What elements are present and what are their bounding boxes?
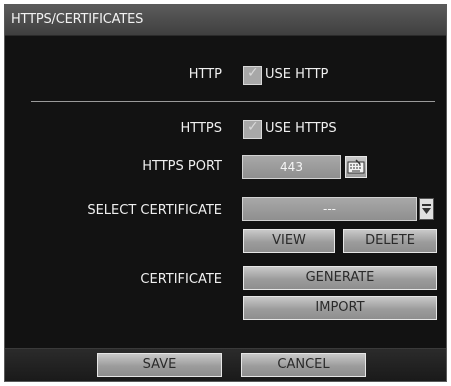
view-button[interactable]: VIEW [243, 229, 335, 253]
footer-bar: SAVE CANCEL [5, 348, 446, 381]
import-button[interactable]: IMPORT [243, 296, 437, 320]
dropdown-arrow-icon[interactable] [419, 198, 434, 220]
cancel-button[interactable]: CANCEL [241, 353, 366, 377]
checkmark-icon: ✓ [247, 119, 259, 135]
delete-button[interactable]: DELETE [343, 229, 437, 253]
use-http-checkbox[interactable]: ✓ [243, 65, 262, 85]
section-divider [31, 101, 435, 102]
certificate-label: CERTIFICATE [140, 272, 222, 287]
save-button[interactable]: SAVE [97, 353, 222, 377]
http-label: HTTP [188, 67, 222, 82]
dropdown-arrow-glyph [422, 204, 431, 214]
select-certificate-label: SELECT CERTIFICATE [87, 203, 222, 218]
https-certificates-dialog: HTTPS/CERTIFICATES HTTP ✓ USE HTTP HTTPS… [4, 4, 447, 382]
use-http-label: USE HTTP [265, 67, 329, 82]
https-port-label: HTTPS PORT [142, 159, 222, 174]
use-https-label: USE HTTPS [265, 121, 337, 136]
keyboard-icon[interactable] [345, 156, 367, 178]
https-label: HTTPS [180, 121, 222, 136]
checkmark-icon: ✓ [247, 65, 259, 81]
dialog-title: HTTPS/CERTIFICATES [11, 12, 144, 27]
keyboard-glyph [347, 159, 365, 174]
title-bar: HTTPS/CERTIFICATES [5, 5, 446, 36]
generate-button[interactable]: GENERATE [243, 266, 437, 290]
use-https-checkbox[interactable]: ✓ [243, 119, 262, 139]
https-port-input[interactable]: 443 [242, 155, 341, 179]
certificate-select[interactable]: --- [242, 197, 417, 221]
